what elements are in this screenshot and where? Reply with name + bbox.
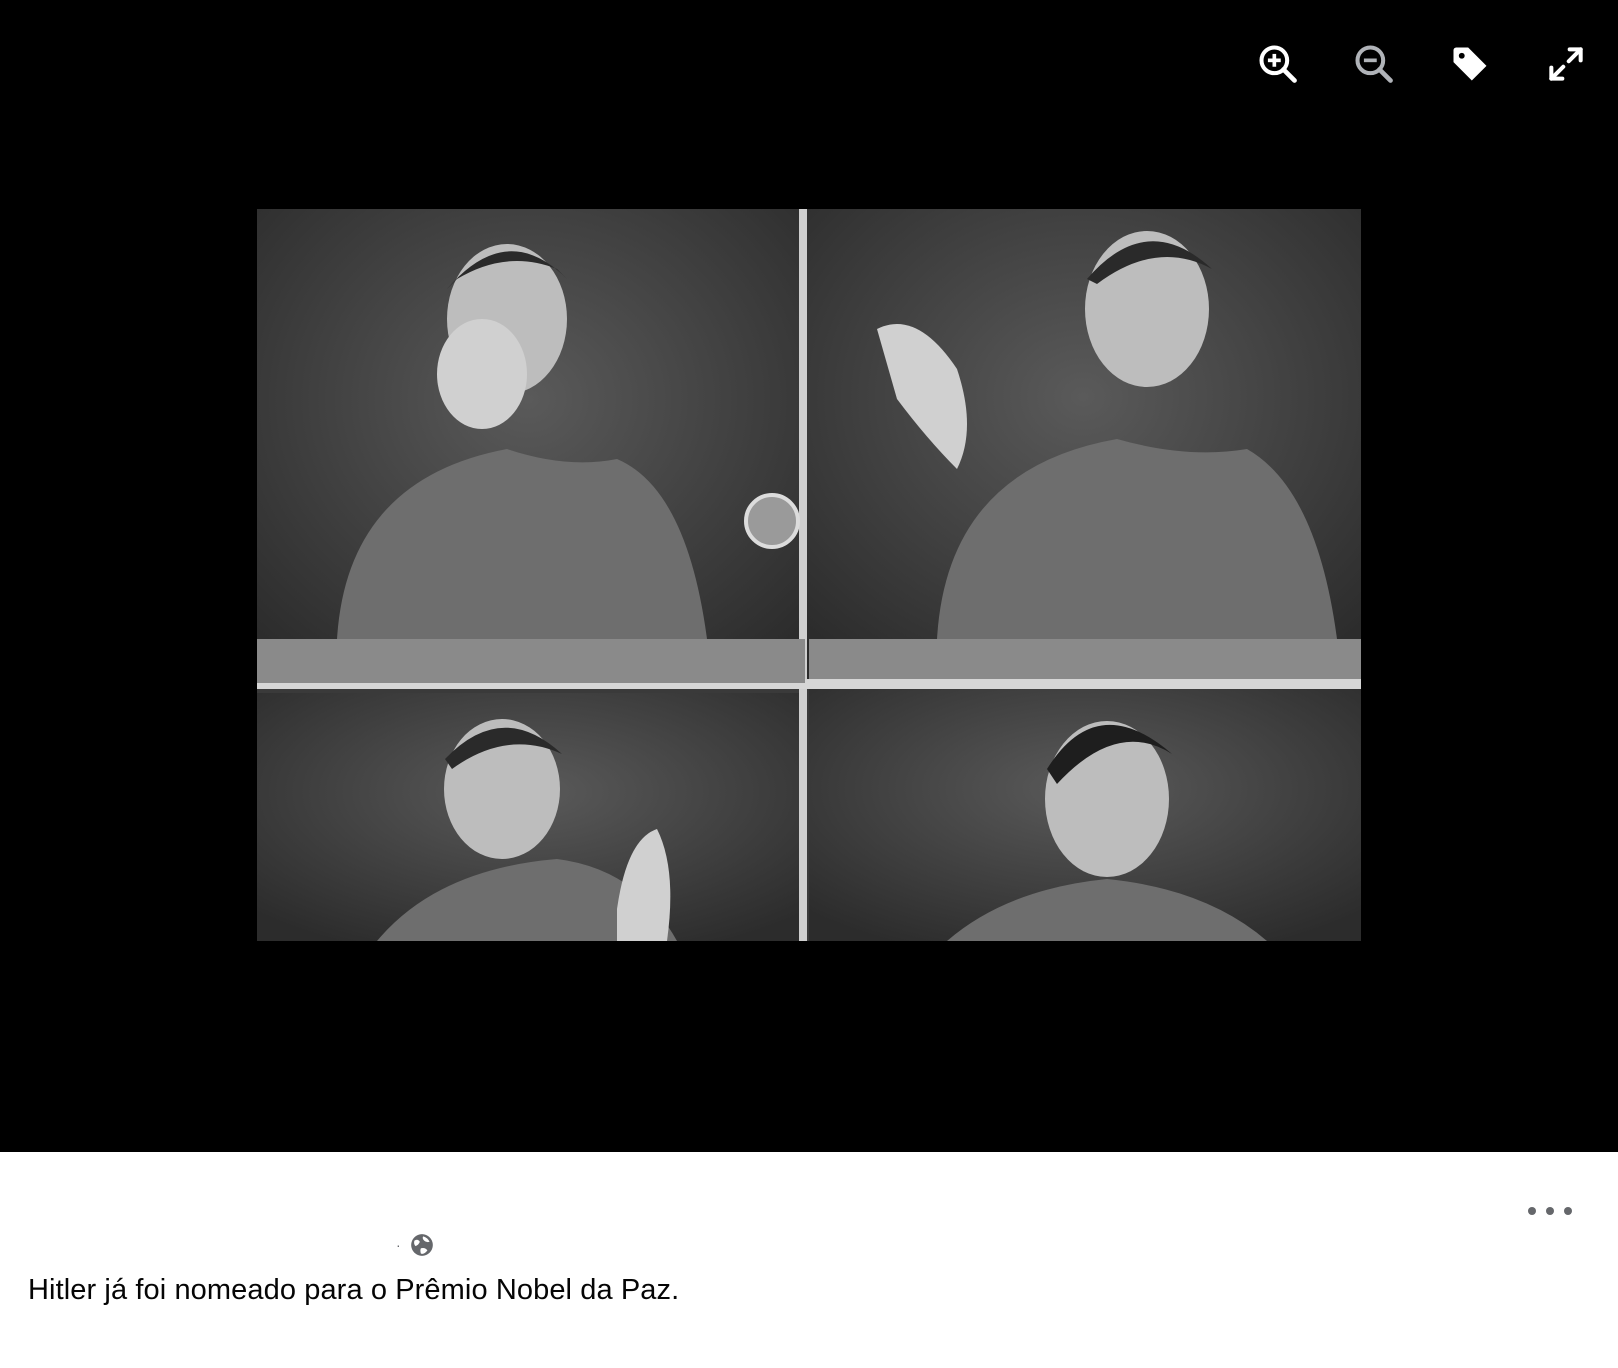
zoom-out-button[interactable] [1350, 36, 1398, 92]
zoom-in-icon [1259, 45, 1297, 83]
post-caption: Hitler já foi nomeado para o Prêmio Nobe… [28, 1274, 680, 1306]
post-photo[interactable] [257, 209, 1361, 941]
photo-viewer [0, 0, 1618, 1152]
zoom-in-button[interactable] [1254, 36, 1302, 92]
more-icon-dot [1546, 1207, 1554, 1215]
tag-icon [1453, 47, 1487, 81]
fullscreen-button[interactable] [1542, 36, 1590, 92]
globe-icon[interactable] [409, 1232, 435, 1258]
viewer-toolbar [1254, 36, 1590, 92]
more-options-button[interactable] [1528, 1196, 1572, 1226]
post-details: · Hitler já foi nomeado para o Prêmio No… [0, 1152, 1618, 1368]
expand-icon [1549, 47, 1583, 81]
photo-image [257, 209, 1361, 941]
zoom-out-icon [1355, 45, 1393, 83]
meta-separator: · [396, 1237, 401, 1253]
more-icon-dot [1528, 1207, 1536, 1215]
tag-photo-button[interactable] [1446, 36, 1494, 92]
more-icon-dot [1564, 1207, 1572, 1215]
post-meta: · [396, 1232, 435, 1258]
